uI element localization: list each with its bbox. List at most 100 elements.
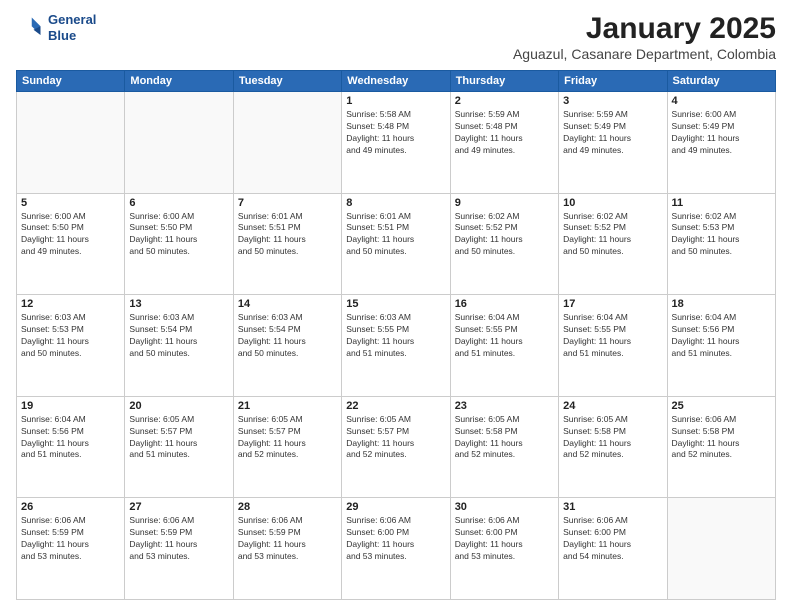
calendar-cell: 23 Sunrise: 6:05 AMSunset: 5:58 PMDayligh… <box>450 396 558 498</box>
day-info: Sunrise: 6:05 AMSunset: 5:57 PMDaylight:… <box>238 414 337 462</box>
calendar-cell <box>667 498 775 600</box>
day-number: 16 <box>455 298 554 310</box>
day-number: 6 <box>129 197 228 209</box>
day-info: Sunrise: 6:02 AMSunset: 5:52 PMDaylight:… <box>455 211 554 259</box>
calendar-cell: 1Sunrise: 5:58 AMSunset: 5:48 PMDaylight… <box>342 92 450 194</box>
calendar-cell: 2 Sunrise: 5:59 AMSunset: 5:48 PMDaylight… <box>450 92 558 194</box>
day-info: Sunrise: 6:06 AMSunset: 5:59 PMDaylight:… <box>21 515 120 563</box>
day-number: 28 <box>238 501 337 513</box>
logo-icon <box>16 14 44 42</box>
title-block: January 2025 Aguazul, Casanare Departmen… <box>513 12 776 62</box>
calendar-header-row: SundayMondayTuesdayWednesdayThursdayFrid… <box>17 71 776 92</box>
calendar-cell: 26 Sunrise: 6:06 AMSunset: 5:59 PMDayligh… <box>17 498 125 600</box>
day-number: 15 <box>346 298 445 310</box>
main-title: January 2025 <box>513 12 776 46</box>
day-header-thursday: Thursday <box>450 71 558 92</box>
day-info: Sunrise: 6:03 AMSunset: 5:53 PMDaylight:… <box>21 312 120 360</box>
logo: General Blue <box>16 12 96 43</box>
calendar-cell: 22Sunrise: 6:05 AMSunset: 5:57 PMDayligh… <box>342 396 450 498</box>
day-number: 4 <box>672 95 771 107</box>
day-info: Sunrise: 6:05 AMSunset: 5:58 PMDaylight:… <box>455 414 554 462</box>
logo-text: General Blue <box>48 12 96 43</box>
calendar-cell: 12 Sunrise: 6:03 AMSunset: 5:53 PMDayligh… <box>17 295 125 397</box>
day-info: Sunrise: 6:04 AMSunset: 5:56 PMDaylight:… <box>672 312 771 360</box>
calendar-cell: 28Sunrise: 6:06 AMSunset: 5:59 PMDayligh… <box>233 498 341 600</box>
calendar-cell: 30Sunrise: 6:06 AMSunset: 6:00 PMDayligh… <box>450 498 558 600</box>
calendar-cell <box>17 92 125 194</box>
day-number: 14 <box>238 298 337 310</box>
day-info: Sunrise: 5:59 AMSunset: 5:48 PMDaylight:… <box>455 109 554 157</box>
day-header-friday: Friday <box>559 71 667 92</box>
calendar-week-4: 19Sunrise: 6:04 AMSunset: 5:56 PMDayligh… <box>17 396 776 498</box>
page: General Blue January 2025 Aguazul, Casan… <box>0 0 792 612</box>
logo-line2: Blue <box>48 28 76 43</box>
calendar-cell: 8 Sunrise: 6:01 AMSunset: 5:51 PMDaylight… <box>342 193 450 295</box>
calendar-cell: 4Sunrise: 6:00 AMSunset: 5:49 PMDaylight… <box>667 92 775 194</box>
calendar-cell: 27 Sunrise: 6:06 AMSunset: 5:59 PMDayligh… <box>125 498 233 600</box>
day-info: Sunrise: 6:02 AMSunset: 5:53 PMDaylight:… <box>672 211 771 259</box>
calendar-cell: 3Sunrise: 5:59 AMSunset: 5:49 PMDaylight… <box>559 92 667 194</box>
day-info: Sunrise: 6:02 AMSunset: 5:52 PMDaylight:… <box>563 211 662 259</box>
day-number: 25 <box>672 400 771 412</box>
day-number: 13 <box>129 298 228 310</box>
day-info: Sunrise: 6:04 AMSunset: 5:55 PMDaylight:… <box>563 312 662 360</box>
calendar-cell: 15 Sunrise: 6:03 AMSunset: 5:55 PMDayligh… <box>342 295 450 397</box>
calendar-cell: 7 Sunrise: 6:01 AMSunset: 5:51 PMDaylight… <box>233 193 341 295</box>
day-header-sunday: Sunday <box>17 71 125 92</box>
day-info: Sunrise: 6:01 AMSunset: 5:51 PMDaylight:… <box>346 211 445 259</box>
day-info: Sunrise: 6:03 AMSunset: 5:54 PMDaylight:… <box>238 312 337 360</box>
calendar-week-1: 1Sunrise: 5:58 AMSunset: 5:48 PMDaylight… <box>17 92 776 194</box>
calendar-week-2: 5Sunrise: 6:00 AMSunset: 5:50 PMDaylight… <box>17 193 776 295</box>
day-number: 24 <box>563 400 662 412</box>
logo-line1: General <box>48 12 96 27</box>
day-info: Sunrise: 6:00 AMSunset: 5:50 PMDaylight:… <box>21 211 120 259</box>
day-number: 2 <box>455 95 554 107</box>
day-number: 11 <box>672 197 771 209</box>
day-number: 1 <box>346 95 445 107</box>
day-info: Sunrise: 6:01 AMSunset: 5:51 PMDaylight:… <box>238 211 337 259</box>
subtitle: Aguazul, Casanare Department, Colombia <box>513 46 776 62</box>
calendar-cell: 18 Sunrise: 6:04 AMSunset: 5:56 PMDayligh… <box>667 295 775 397</box>
day-number: 29 <box>346 501 445 513</box>
day-number: 27 <box>129 501 228 513</box>
calendar-cell: 17 Sunrise: 6:04 AMSunset: 5:55 PMDayligh… <box>559 295 667 397</box>
calendar-cell: 25 Sunrise: 6:06 AMSunset: 5:58 PMDayligh… <box>667 396 775 498</box>
day-info: Sunrise: 6:06 AMSunset: 5:59 PMDaylight:… <box>129 515 228 563</box>
day-info: Sunrise: 6:05 AMSunset: 5:58 PMDaylight:… <box>563 414 662 462</box>
calendar-cell: 10 Sunrise: 6:02 AMSunset: 5:52 PMDayligh… <box>559 193 667 295</box>
day-info: Sunrise: 6:05 AMSunset: 5:57 PMDaylight:… <box>346 414 445 462</box>
day-info: Sunrise: 6:06 AMSunset: 5:58 PMDaylight:… <box>672 414 771 462</box>
day-header-monday: Monday <box>125 71 233 92</box>
header: General Blue January 2025 Aguazul, Casan… <box>16 12 776 62</box>
day-number: 12 <box>21 298 120 310</box>
day-info: Sunrise: 6:05 AMSunset: 5:57 PMDaylight:… <box>129 414 228 462</box>
day-number: 20 <box>129 400 228 412</box>
calendar-cell: 9Sunrise: 6:02 AMSunset: 5:52 PMDaylight… <box>450 193 558 295</box>
day-number: 26 <box>21 501 120 513</box>
day-number: 23 <box>455 400 554 412</box>
calendar-cell: 16 Sunrise: 6:04 AMSunset: 5:55 PMDayligh… <box>450 295 558 397</box>
day-number: 10 <box>563 197 662 209</box>
day-number: 31 <box>563 501 662 513</box>
calendar-week-3: 12 Sunrise: 6:03 AMSunset: 5:53 PMDayligh… <box>17 295 776 397</box>
day-info: Sunrise: 6:00 AMSunset: 5:50 PMDaylight:… <box>129 211 228 259</box>
day-info: Sunrise: 6:06 AMSunset: 6:00 PMDaylight:… <box>455 515 554 563</box>
calendar-cell: 6 Sunrise: 6:00 AMSunset: 5:50 PMDaylight… <box>125 193 233 295</box>
calendar-cell: 29 Sunrise: 6:06 AMSunset: 6:00 PMDayligh… <box>342 498 450 600</box>
day-info: Sunrise: 6:06 AMSunset: 6:00 PMDaylight:… <box>563 515 662 563</box>
day-info: Sunrise: 5:59 AMSunset: 5:49 PMDaylight:… <box>563 109 662 157</box>
calendar-cell: 24 Sunrise: 6:05 AMSunset: 5:58 PMDayligh… <box>559 396 667 498</box>
day-info: Sunrise: 6:04 AMSunset: 5:55 PMDaylight:… <box>455 312 554 360</box>
day-info: Sunrise: 6:06 AMSunset: 6:00 PMDaylight:… <box>346 515 445 563</box>
day-number: 18 <box>672 298 771 310</box>
calendar-table: SundayMondayTuesdayWednesdayThursdayFrid… <box>16 70 776 600</box>
calendar-week-5: 26 Sunrise: 6:06 AMSunset: 5:59 PMDayligh… <box>17 498 776 600</box>
day-header-wednesday: Wednesday <box>342 71 450 92</box>
day-info: Sunrise: 6:03 AMSunset: 5:55 PMDaylight:… <box>346 312 445 360</box>
day-number: 17 <box>563 298 662 310</box>
day-number: 21 <box>238 400 337 412</box>
calendar-cell: 21 Sunrise: 6:05 AMSunset: 5:57 PMDayligh… <box>233 396 341 498</box>
day-number: 7 <box>238 197 337 209</box>
calendar-cell <box>233 92 341 194</box>
day-number: 8 <box>346 197 445 209</box>
